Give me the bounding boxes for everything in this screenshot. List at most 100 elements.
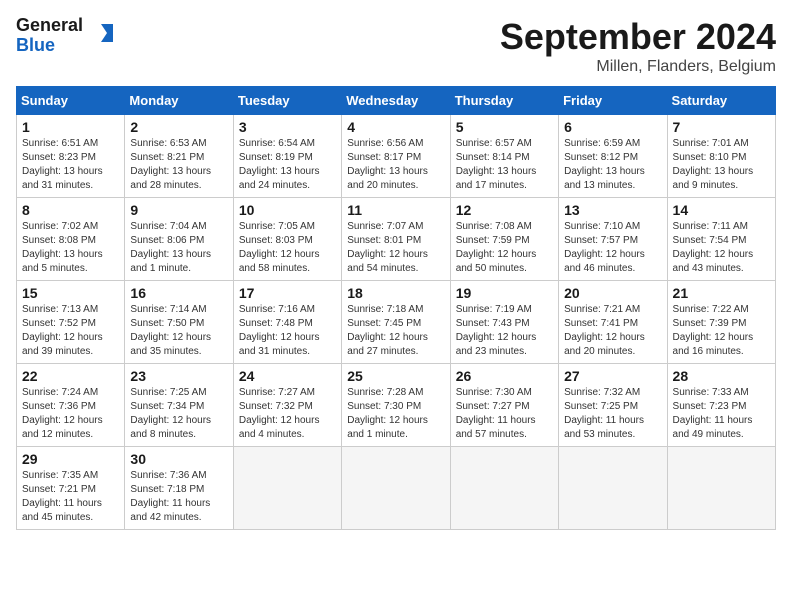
calendar-cell: 13 Sunrise: 7:10 AMSunset: 7:57 PMDayligh… (559, 198, 667, 281)
day-info: Sunrise: 7:33 AMSunset: 7:23 PMDaylight:… (673, 386, 770, 442)
calendar-cell (559, 447, 667, 530)
calendar-cell: 19 Sunrise: 7:19 AMSunset: 7:43 PMDayligh… (450, 281, 558, 364)
weekday-header-row: SundayMondayTuesdayWednesdayThursdayFrid… (17, 87, 776, 115)
day-info: Sunrise: 7:19 AMSunset: 7:43 PMDaylight:… (456, 303, 553, 359)
day-number: 19 (456, 285, 553, 301)
day-number: 10 (239, 202, 336, 218)
day-info: Sunrise: 6:54 AMSunset: 8:19 PMDaylight:… (239, 137, 336, 193)
calendar-cell: 28Sunrise: 7:33 AMSunset: 7:23 PMDayligh… (667, 364, 775, 447)
calendar-cell: 7 Sunrise: 7:01 AMSunset: 8:10 PMDaylight… (667, 115, 775, 198)
day-number: 14 (673, 202, 770, 218)
calendar-cell: 22 Sunrise: 7:24 AMSunset: 7:36 PMDayligh… (17, 364, 125, 447)
weekday-header-friday: Friday (559, 87, 667, 115)
day-info: Sunrise: 7:24 AMSunset: 7:36 PMDaylight:… (22, 386, 119, 442)
calendar-cell: 16 Sunrise: 7:14 AMSunset: 7:50 PMDayligh… (125, 281, 233, 364)
logo: General Blue (16, 16, 115, 56)
calendar-cell: 20 Sunrise: 7:21 AMSunset: 7:41 PMDayligh… (559, 281, 667, 364)
day-number: 20 (564, 285, 661, 301)
day-info: Sunrise: 7:32 AMSunset: 7:25 PMDaylight:… (564, 386, 661, 442)
day-number: 27 (564, 368, 661, 384)
weekday-header-monday: Monday (125, 87, 233, 115)
day-info: Sunrise: 7:11 AMSunset: 7:54 PMDaylight:… (673, 220, 770, 276)
day-info: Sunrise: 7:13 AMSunset: 7:52 PMDaylight:… (22, 303, 119, 359)
day-number: 15 (22, 285, 119, 301)
day-info: Sunrise: 7:22 AMSunset: 7:39 PMDaylight:… (673, 303, 770, 359)
day-number: 8 (22, 202, 119, 218)
day-info: Sunrise: 6:53 AMSunset: 8:21 PMDaylight:… (130, 137, 227, 193)
day-info: Sunrise: 7:04 AMSunset: 8:06 PMDaylight:… (130, 220, 227, 276)
day-number: 9 (130, 202, 227, 218)
calendar-cell: 25 Sunrise: 7:28 AMSunset: 7:30 PMDayligh… (342, 364, 450, 447)
calendar-week-row: 22 Sunrise: 7:24 AMSunset: 7:36 PMDayligh… (17, 364, 776, 447)
calendar-cell: 6Sunrise: 6:59 AMSunset: 8:12 PMDaylight… (559, 115, 667, 198)
calendar-cell: 3Sunrise: 6:54 AMSunset: 8:19 PMDaylight… (233, 115, 341, 198)
logo-blue: Blue (16, 35, 55, 55)
day-number: 16 (130, 285, 227, 301)
month-title: September 2024 (500, 16, 776, 58)
day-number: 24 (239, 368, 336, 384)
calendar-cell: 11 Sunrise: 7:07 AMSunset: 8:01 PMDayligh… (342, 198, 450, 281)
calendar-table: SundayMondayTuesdayWednesdayThursdayFrid… (16, 86, 776, 530)
day-info: Sunrise: 7:35 AMSunset: 7:21 PMDaylight:… (22, 469, 119, 525)
day-number: 17 (239, 285, 336, 301)
day-number: 1 (22, 119, 119, 135)
day-info: Sunrise: 7:14 AMSunset: 7:50 PMDaylight:… (130, 303, 227, 359)
day-number: 7 (673, 119, 770, 135)
title-area: September 2024 Millen, Flanders, Belgium (500, 16, 776, 76)
calendar-cell: 26Sunrise: 7:30 AMSunset: 7:27 PMDayligh… (450, 364, 558, 447)
calendar-cell (233, 447, 341, 530)
day-info: Sunrise: 7:08 AMSunset: 7:59 PMDaylight:… (456, 220, 553, 276)
location-title: Millen, Flanders, Belgium (500, 58, 776, 76)
calendar-week-row: 8 Sunrise: 7:02 AMSunset: 8:08 PMDaylight… (17, 198, 776, 281)
weekday-header-tuesday: Tuesday (233, 87, 341, 115)
calendar-week-row: 29 Sunrise: 7:35 AMSunset: 7:21 PMDayligh… (17, 447, 776, 530)
day-number: 13 (564, 202, 661, 218)
day-number: 23 (130, 368, 227, 384)
calendar-cell: 10Sunrise: 7:05 AMSunset: 8:03 PMDayligh… (233, 198, 341, 281)
day-number: 22 (22, 368, 119, 384)
day-number: 26 (456, 368, 553, 384)
day-number: 2 (130, 119, 227, 135)
day-info: Sunrise: 6:59 AMSunset: 8:12 PMDaylight:… (564, 137, 661, 193)
calendar-cell: 18 Sunrise: 7:18 AMSunset: 7:45 PMDayligh… (342, 281, 450, 364)
calendar-cell: 8 Sunrise: 7:02 AMSunset: 8:08 PMDaylight… (17, 198, 125, 281)
calendar-cell: 30 Sunrise: 7:36 AMSunset: 7:18 PMDayligh… (125, 447, 233, 530)
day-info: Sunrise: 6:51 AMSunset: 8:23 PMDaylight:… (22, 137, 119, 193)
calendar-cell: 17Sunrise: 7:16 AMSunset: 7:48 PMDayligh… (233, 281, 341, 364)
day-number: 30 (130, 451, 227, 467)
calendar-cell: 27 Sunrise: 7:32 AMSunset: 7:25 PMDayligh… (559, 364, 667, 447)
day-info: Sunrise: 7:21 AMSunset: 7:41 PMDaylight:… (564, 303, 661, 359)
day-info: Sunrise: 7:28 AMSunset: 7:30 PMDaylight:… (347, 386, 444, 442)
calendar-cell (667, 447, 775, 530)
weekday-header-sunday: Sunday (17, 87, 125, 115)
day-number: 11 (347, 202, 444, 218)
day-number: 18 (347, 285, 444, 301)
calendar-cell: 5Sunrise: 6:57 AMSunset: 8:14 PMDaylight… (450, 115, 558, 198)
calendar-cell: 2 Sunrise: 6:53 AMSunset: 8:21 PMDaylight… (125, 115, 233, 198)
day-info: Sunrise: 7:36 AMSunset: 7:18 PMDaylight:… (130, 469, 227, 525)
calendar-week-row: 15 Sunrise: 7:13 AMSunset: 7:52 PMDayligh… (17, 281, 776, 364)
calendar-cell: 24 Sunrise: 7:27 AMSunset: 7:32 PMDayligh… (233, 364, 341, 447)
day-info: Sunrise: 7:27 AMSunset: 7:32 PMDaylight:… (239, 386, 336, 442)
day-number: 21 (673, 285, 770, 301)
header: General Blue September 2024 Millen, Flan… (16, 16, 776, 76)
day-info: Sunrise: 7:18 AMSunset: 7:45 PMDaylight:… (347, 303, 444, 359)
weekday-header-saturday: Saturday (667, 87, 775, 115)
logo-general: General (16, 15, 83, 35)
day-number: 29 (22, 451, 119, 467)
logo-wordmark: General Blue (16, 16, 83, 56)
day-info: Sunrise: 7:07 AMSunset: 8:01 PMDaylight:… (347, 220, 444, 276)
day-info: Sunrise: 7:01 AMSunset: 8:10 PMDaylight:… (673, 137, 770, 193)
weekday-header-wednesday: Wednesday (342, 87, 450, 115)
day-info: Sunrise: 7:10 AMSunset: 7:57 PMDaylight:… (564, 220, 661, 276)
day-number: 25 (347, 368, 444, 384)
calendar-cell: 1 Sunrise: 6:51 AMSunset: 8:23 PMDaylight… (17, 115, 125, 198)
day-number: 12 (456, 202, 553, 218)
calendar-cell: 23Sunrise: 7:25 AMSunset: 7:34 PMDayligh… (125, 364, 233, 447)
day-info: Sunrise: 7:02 AMSunset: 8:08 PMDaylight:… (22, 220, 119, 276)
calendar-week-row: 1 Sunrise: 6:51 AMSunset: 8:23 PMDaylight… (17, 115, 776, 198)
calendar-cell: 12 Sunrise: 7:08 AMSunset: 7:59 PMDayligh… (450, 198, 558, 281)
weekday-header-thursday: Thursday (450, 87, 558, 115)
day-number: 4 (347, 119, 444, 135)
calendar-cell: 21 Sunrise: 7:22 AMSunset: 7:39 PMDayligh… (667, 281, 775, 364)
